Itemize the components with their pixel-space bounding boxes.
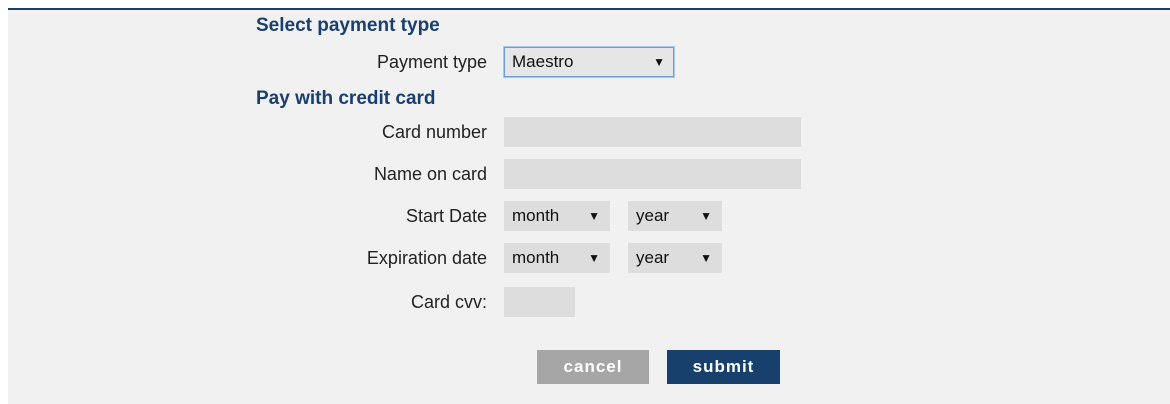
chevron-down-icon: ▼: [653, 55, 665, 69]
payment-form-panel: Select payment type Payment type Maestro…: [8, 8, 1170, 404]
chevron-down-icon: ▼: [588, 251, 600, 265]
expiration-year-select[interactable]: year ▼: [628, 243, 722, 273]
expiration-month-value: month: [512, 248, 560, 267]
card-number-label: Card number: [381, 122, 487, 142]
section-title-credit-card: Pay with credit card: [256, 88, 436, 109]
payment-type-select[interactable]: Maestro ▼: [504, 47, 674, 77]
name-on-card-input[interactable]: [504, 159, 801, 189]
start-date-month-value: month: [512, 206, 560, 225]
payment-type-value: Maestro: [512, 52, 574, 71]
start-date-month-select[interactable]: month ▼: [504, 201, 610, 231]
submit-button[interactable]: submit: [667, 350, 780, 384]
expiration-year-value: year: [636, 248, 670, 267]
card-cvv-label: Card cvv:: [410, 292, 487, 312]
payment-type-label: Payment type: [376, 52, 487, 72]
name-on-card-label: Name on card: [373, 164, 487, 184]
card-number-input[interactable]: [504, 117, 801, 147]
expiration-month-select[interactable]: month ▼: [504, 243, 610, 273]
start-date-year-value: year: [636, 206, 670, 225]
card-cvv-input[interactable]: [504, 287, 575, 317]
chevron-down-icon: ▼: [588, 209, 600, 223]
chevron-down-icon: ▼: [700, 251, 712, 265]
chevron-down-icon: ▼: [700, 209, 712, 223]
expiration-date-label: Expiration date: [366, 248, 487, 268]
cancel-button[interactable]: cancel: [537, 350, 649, 384]
start-date-year-select[interactable]: year ▼: [628, 201, 722, 231]
section-title-payment-type: Select payment type: [256, 15, 440, 36]
start-date-label: Start Date: [405, 206, 487, 226]
